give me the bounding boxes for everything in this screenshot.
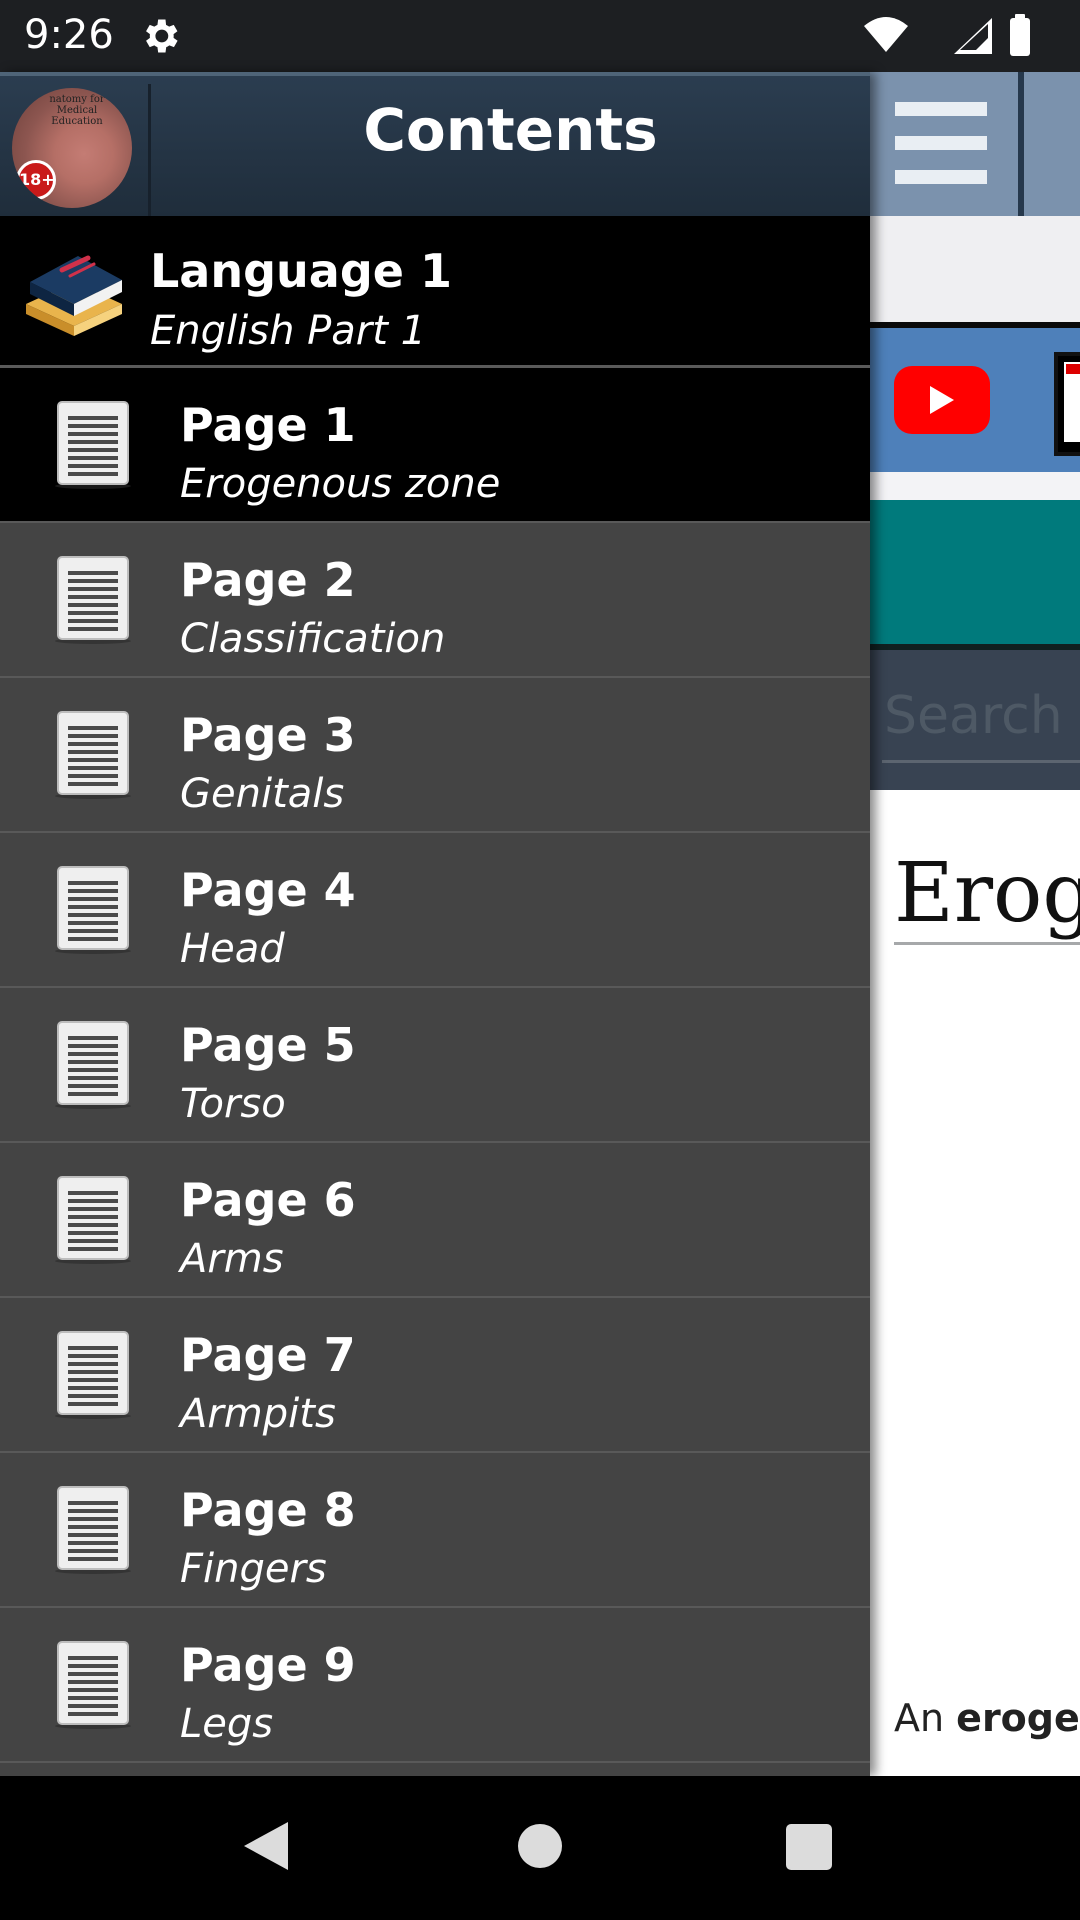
document-page-icon — [54, 1175, 132, 1265]
group-language-1[interactable]: Language 1 English Part 1 — [0, 216, 870, 368]
search-area: Search — [870, 650, 1080, 790]
group-subtitle: English Part 1 — [150, 308, 427, 354]
age-badge: 18+ — [16, 160, 56, 200]
document-page-icon — [54, 1020, 132, 1110]
page-item-title: Page 5 — [180, 1018, 356, 1072]
document-page-icon — [54, 1640, 132, 1730]
page-item-subtitle: Fingers — [180, 1546, 327, 1592]
status-icons — [864, 14, 1030, 56]
page-item-5[interactable]: Page 5 Torso — [0, 988, 870, 1143]
drawer-header: natomy for Medical Education 18+ Content… — [0, 72, 870, 220]
page-item-title: Page 3 — [180, 708, 356, 762]
system-nav-bar — [0, 1776, 1080, 1920]
document-page-icon — [54, 400, 132, 490]
page-item-subtitle: Head — [180, 926, 285, 972]
page-item-subtitle: Classification — [180, 616, 446, 662]
document-page-icon — [54, 1330, 132, 1420]
gray-strip — [870, 216, 1080, 328]
app-logo-avatar[interactable]: natomy for Medical Education 18+ — [12, 88, 132, 208]
document-page-icon — [54, 865, 132, 955]
page-item-subtitle: Legs — [180, 1701, 274, 1747]
search-underline — [882, 760, 1080, 763]
divider — [870, 472, 1080, 500]
article-text-bold: erogen — [956, 1696, 1080, 1740]
background-toolbar — [870, 72, 1080, 216]
page-item-subtitle: Torso — [180, 1081, 286, 1127]
page-item-3[interactable]: Page 3 Genitals — [0, 678, 870, 833]
page-item-7[interactable]: Page 7 Armpits — [0, 1298, 870, 1453]
article-content: Erog An erogen — [870, 790, 1080, 1776]
books-icon — [26, 255, 122, 336]
page-item-6[interactable]: Page 6 Arms — [0, 1143, 870, 1298]
drawer-title: Contents — [363, 96, 658, 164]
page-item-subtitle: Erogenous zone — [180, 461, 501, 507]
home-icon[interactable] — [518, 1824, 562, 1868]
article-text: An erogen — [894, 1696, 1080, 1740]
page-item-1[interactable]: Page 1 Erogenous zone — [0, 368, 870, 523]
back-icon[interactable] — [244, 1822, 288, 1870]
status-bar: 9:26 — [0, 0, 1080, 72]
navigation-drawer: natomy for Medical Education 18+ Content… — [0, 72, 870, 1776]
page-item-4[interactable]: Page 4 Head — [0, 833, 870, 988]
search-input[interactable]: Search — [884, 686, 1063, 746]
cellular-signal-icon — [954, 18, 992, 54]
background-page: Search Erog An erogen — [870, 72, 1080, 1776]
page-item-8[interactable]: Page 8 Fingers — [0, 1453, 870, 1608]
recent-apps-icon[interactable] — [786, 1824, 832, 1870]
heading-rule — [894, 942, 1080, 945]
page-item-subtitle: Genitals — [180, 771, 345, 817]
avatar-caption: natomy for Medical Education — [49, 94, 105, 127]
document-page-icon — [54, 1485, 132, 1575]
document-page-icon — [54, 710, 132, 800]
battery-icon — [1010, 14, 1030, 56]
document-icon[interactable] — [1054, 352, 1080, 456]
page-item-title: Page 4 — [180, 863, 356, 917]
youtube-icon[interactable] — [894, 366, 990, 434]
page-item-title: Page 8 — [180, 1483, 356, 1537]
status-time: 9:26 — [24, 12, 114, 58]
toolbar-button[interactable] — [1024, 72, 1080, 216]
teal-banner — [870, 500, 1080, 650]
page-item-2[interactable]: Page 2 Classification — [0, 523, 870, 678]
page-item-title: Page 9 — [180, 1638, 356, 1692]
media-strip — [870, 328, 1080, 472]
gear-icon — [146, 19, 178, 53]
page-item-subtitle: Arms — [180, 1236, 284, 1282]
document-page-icon — [54, 555, 132, 645]
hamburger-menu-icon[interactable] — [870, 72, 1024, 216]
page-item-title: Page 6 — [180, 1173, 356, 1227]
page-item-title: Page 1 — [180, 398, 356, 452]
page-item-title: Page 2 — [180, 553, 356, 607]
page-item-9[interactable]: Page 9 Legs — [0, 1608, 870, 1763]
group-title: Language 1 — [150, 244, 452, 298]
page-item-title: Page 7 — [180, 1328, 356, 1382]
article-heading: Erog — [894, 846, 1080, 941]
page-item-subtitle: Armpits — [180, 1391, 336, 1437]
article-text-plain: An — [894, 1696, 957, 1740]
